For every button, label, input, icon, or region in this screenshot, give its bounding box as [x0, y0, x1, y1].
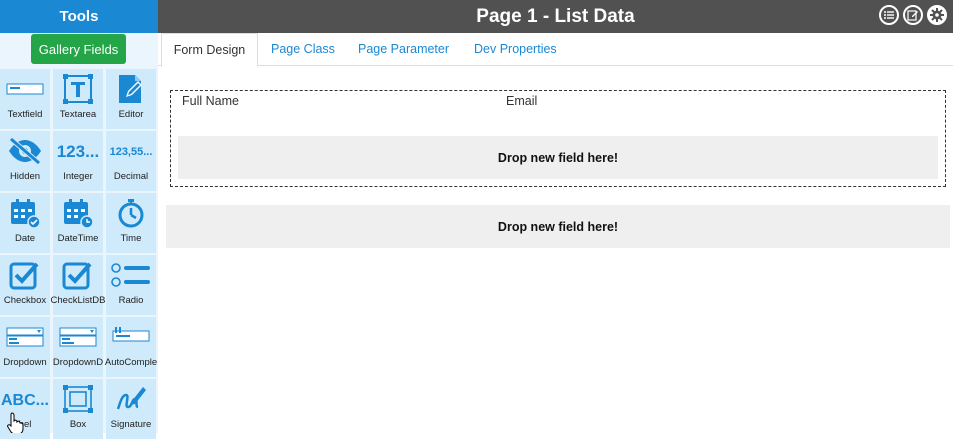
radio-icon	[106, 258, 156, 292]
gear-icon[interactable]	[927, 5, 947, 25]
textfield-icon	[0, 72, 50, 106]
tool-dropdownd[interactable]: DropdownD	[53, 317, 103, 377]
tool-label: Dropdown	[3, 357, 47, 368]
field-full-name[interactable]: Full Name	[182, 94, 239, 108]
textarea-icon	[53, 72, 103, 106]
tab-bar: Form Design Page Class Page Parameter De…	[158, 33, 953, 67]
tool-autocomplete[interactable]: AutoComple	[104, 317, 158, 377]
edit-icon[interactable]	[903, 5, 923, 25]
tool-label: Date	[14, 233, 36, 244]
tool-label: Time	[120, 233, 142, 244]
tool-label: AutoComple	[104, 357, 158, 368]
tool-hidden[interactable]: Hidden	[0, 131, 50, 191]
editor-icon	[106, 72, 156, 106]
autocomplete-icon	[106, 320, 156, 354]
drop-zone-outer[interactable]: Drop new field here!	[166, 205, 950, 248]
dropdown-icon	[0, 320, 50, 354]
list-icon[interactable]	[879, 5, 899, 25]
tool-label: Textfield	[7, 109, 43, 120]
tool-label: Decimal	[113, 171, 149, 182]
tool-decimal[interactable]: 123,55... Decimal	[106, 131, 156, 191]
header-actions	[879, 5, 947, 25]
decimal-icon: 123,55...	[106, 134, 156, 168]
top-bar: Page 1 - List Data	[158, 0, 953, 33]
tool-label: DropdownD	[52, 357, 104, 368]
form-section[interactable]: Full Name Email Drop new field here!	[170, 90, 946, 187]
eye-slash-icon	[0, 134, 50, 168]
page-title: Page 1 - List Data	[476, 6, 635, 27]
tool-label: CheckListDB	[50, 295, 106, 306]
tool-label: Signature	[110, 419, 152, 430]
stopwatch-icon	[106, 196, 156, 230]
calendar-check-icon	[0, 196, 50, 230]
tool-dropdown[interactable]: Dropdown	[0, 317, 50, 377]
tab-page-parameter[interactable]: Page Parameter	[358, 33, 449, 66]
tool-time[interactable]: Time	[106, 193, 156, 253]
drop-zone-inner[interactable]: Drop new field here!	[178, 136, 938, 179]
tool-integer[interactable]: 123... Integer	[53, 131, 103, 191]
integer-icon: 123...	[53, 134, 103, 168]
checklist-icon	[53, 258, 103, 292]
calendar-clock-icon	[53, 196, 103, 230]
tool-signature[interactable]: Signature	[106, 379, 156, 439]
tool-editor[interactable]: Editor	[106, 69, 156, 129]
tools-title: Tools	[0, 0, 158, 33]
svg-text:123...: 123...	[57, 142, 100, 161]
tool-checkbox[interactable]: Checkbox	[0, 255, 50, 315]
tool-checklistdb[interactable]: CheckListDB	[50, 255, 106, 315]
svg-text:ABC...: ABC...	[1, 392, 49, 409]
tool-label: Box	[69, 419, 87, 430]
tool-label: Textarea	[59, 109, 97, 120]
hand-cursor-icon	[7, 412, 24, 433]
tab-dev-properties[interactable]: Dev Properties	[474, 33, 557, 66]
tool-label: Integer	[63, 171, 93, 182]
tool-datetime[interactable]: DateTime	[53, 193, 103, 253]
field-email[interactable]: Email	[506, 94, 537, 108]
tool-date[interactable]: Date	[0, 193, 50, 253]
tool-label: Checkbox	[3, 295, 47, 306]
tool-label-field[interactable]: ABC... bel	[0, 379, 50, 439]
tool-label: DateTime	[57, 233, 99, 244]
tool-textarea[interactable]: Textarea	[53, 69, 103, 129]
box-icon	[53, 382, 103, 416]
tool-textfield[interactable]: Textfield	[0, 69, 50, 129]
tab-form-design[interactable]: Form Design	[161, 33, 258, 67]
svg-text:123,55...: 123,55...	[110, 146, 153, 158]
signature-icon	[106, 382, 156, 416]
gallery-fields-button[interactable]: Gallery Fields	[31, 34, 126, 64]
tool-box[interactable]: Box	[53, 379, 103, 439]
tool-radio[interactable]: Radio	[106, 255, 156, 315]
tools-sidebar: Tools Gallery Fields Textfield Textarea …	[0, 0, 158, 439]
tool-label: Hidden	[9, 171, 41, 182]
dropdown-db-icon	[53, 320, 103, 354]
checkbox-icon	[0, 258, 50, 292]
tab-page-class[interactable]: Page Class	[271, 33, 335, 66]
tool-label: Radio	[118, 295, 144, 306]
tool-label: Editor	[118, 109, 144, 120]
